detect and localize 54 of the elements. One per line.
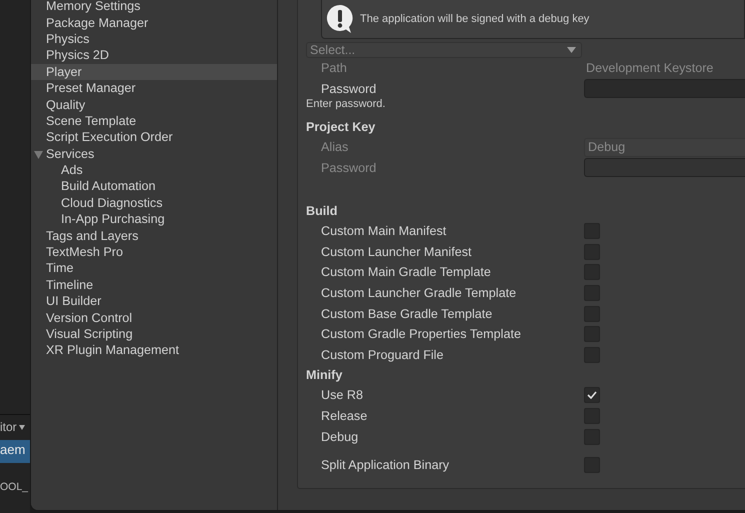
- option-label: Custom Proguard File: [320, 348, 444, 362]
- sidebar-item[interactable]: Quality: [31, 96, 277, 113]
- selected-list-item[interactable]: aem: [0, 440, 30, 463]
- sidebar-item[interactable]: Services: [31, 146, 277, 162]
- sidebar-item[interactable]: Build Automation: [31, 178, 277, 195]
- option-label: Custom Main Manifest: [320, 224, 448, 238]
- password-field[interactable]: [584, 158, 745, 178]
- dropdown-label[interactable]: itor: [0, 420, 17, 434]
- section-heading: Build: [306, 203, 338, 220]
- sidebar-item[interactable]: Tags and Layers: [31, 227, 277, 244]
- field-label: Password: [320, 160, 378, 175]
- sidebar-item[interactable]: XR Plugin Management: [31, 342, 277, 359]
- sidebar-item[interactable]: Package Manager: [31, 14, 277, 31]
- hint-text: Enter password.: [306, 97, 386, 112]
- sidebar-item[interactable]: Physics: [31, 30, 277, 48]
- section-heading: Minify: [306, 367, 344, 384]
- list-item[interactable]: OOL_: [0, 481, 30, 493]
- password-field[interactable]: [584, 79, 745, 98]
- sidebar-item[interactable]: Cloud Diagnostics: [31, 194, 277, 212]
- sidebar-item[interactable]: TextMesh Pro: [31, 244, 277, 260]
- checkmark-icon: [587, 391, 597, 400]
- option-label: Split Application Binary: [320, 458, 450, 472]
- sidebar-item[interactable]: Ads: [31, 162, 277, 178]
- option-label: Custom Launcher Manifest: [320, 244, 472, 259]
- sidebar-item[interactable]: Scene Template: [31, 112, 277, 130]
- field-value: Development Keystore: [585, 61, 714, 76]
- sidebar-item[interactable]: Memory Settings: [31, 0, 277, 14]
- field-label: Path: [320, 61, 348, 76]
- sidebar-item[interactable]: Script Execution Order: [31, 129, 277, 146]
- caret-icon: [567, 47, 576, 53]
- sidebar-item[interactable]: Physics 2D: [31, 47, 277, 64]
- option-label: Release: [320, 409, 368, 424]
- sidebar-item[interactable]: Version Control: [31, 309, 277, 326]
- option-label: Custom Gradle Properties Template: [320, 327, 522, 342]
- sidebar-item[interactable]: Visual Scripting: [31, 326, 277, 342]
- field-label: Password: [320, 82, 378, 96]
- sidebar-item[interactable]: Time: [31, 260, 277, 277]
- option-label: Debug: [320, 430, 360, 444]
- sidebar-item[interactable]: Player: [31, 64, 277, 80]
- sidebar-item[interactable]: Preset Manager: [31, 80, 277, 96]
- expand-triangle-icon[interactable]: [34, 150, 43, 159]
- warning-bubble-icon: [326, 4, 354, 34]
- option-label: Custom Main Gradle Template: [320, 265, 492, 280]
- option-label: Custom Base Gradle Template: [320, 306, 494, 321]
- sidebar-item[interactable]: UI Builder: [31, 293, 277, 310]
- caret-icon: [18, 424, 25, 430]
- alert-message: The application will be signed with a debug key: [360, 13, 590, 25]
- option-label: Custom Launcher Gradle Template: [320, 286, 518, 300]
- section-heading: Project Key: [306, 119, 376, 136]
- sidebar-item[interactable]: In-App Purchasing: [31, 211, 277, 228]
- checkbox[interactable]: [584, 387, 600, 404]
- sidebar-item[interactable]: Timeline: [31, 276, 277, 294]
- field-label: Alias: [320, 140, 350, 154]
- option-label: Use R8: [320, 388, 364, 402]
